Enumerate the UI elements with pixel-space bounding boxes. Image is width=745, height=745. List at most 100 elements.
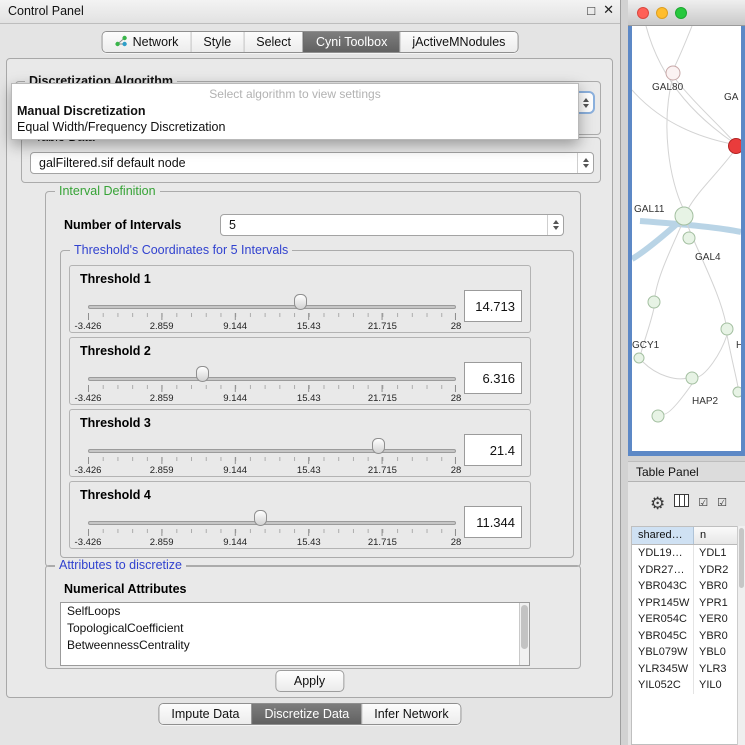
axis-tick-label: 28 bbox=[451, 321, 462, 332]
table-row[interactable]: YER054C YER0 bbox=[632, 611, 745, 628]
minimize-traffic-light-icon[interactable] bbox=[656, 7, 668, 19]
float-window-icon[interactable]: □ bbox=[587, 3, 595, 18]
cell-shared-name[interactable]: YER054C bbox=[632, 611, 694, 628]
slider-track[interactable] bbox=[88, 521, 456, 525]
list-item[interactable]: BetweennessCentrality bbox=[61, 637, 529, 654]
table-row[interactable]: YDR27… YDR2 bbox=[632, 562, 745, 579]
cell-shared-name[interactable]: YBL079W bbox=[632, 644, 694, 661]
select-all-checkbox-icon[interactable]: ☑ bbox=[698, 498, 708, 509]
table-row[interactable]: YIL052C YIL0 bbox=[632, 677, 745, 694]
slider-thumb[interactable] bbox=[196, 366, 209, 382]
tab-network[interactable]: Network bbox=[103, 32, 191, 52]
cell-shared-name[interactable]: YBR043C bbox=[632, 578, 694, 595]
numerical-attributes-list[interactable]: SelfLoops TopologicalCoefficient Between… bbox=[60, 602, 530, 666]
tab-cyni-toolbox[interactable]: Cyni Toolbox bbox=[303, 32, 399, 52]
tab-style[interactable]: Style bbox=[190, 32, 243, 52]
axis-tick-label: 2.859 bbox=[150, 465, 174, 476]
table-scrollbar[interactable] bbox=[737, 526, 745, 745]
network-node[interactable] bbox=[721, 323, 733, 335]
threshold-4-value-field[interactable]: 11.344 bbox=[464, 506, 522, 538]
select-none-checkbox-icon[interactable]: ☑ bbox=[717, 498, 727, 509]
node-attribute-table[interactable]: shared… n YDL19… YDL1 YDR27… YDR2 YBR043… bbox=[631, 526, 745, 745]
slider-track[interactable] bbox=[88, 377, 456, 381]
network-edge[interactable] bbox=[663, 384, 692, 414]
network-edge[interactable] bbox=[667, 76, 683, 208]
threshold-1-slider[interactable]: -3.426 2.859 9.144 15.43 21.715 28 bbox=[88, 292, 456, 332]
list-item[interactable]: SelfLoops bbox=[61, 603, 529, 620]
tab-infer-network[interactable]: Infer Network bbox=[361, 704, 460, 724]
network-edge-thick[interactable] bbox=[632, 223, 678, 259]
table-row[interactable]: YDL19… YDL1 bbox=[632, 545, 745, 562]
network-edge[interactable] bbox=[673, 26, 692, 70]
table-row[interactable]: YPR145W YPR1 bbox=[632, 595, 745, 612]
combo-stepper-icon[interactable] bbox=[577, 93, 593, 112]
cell-shared-name[interactable]: YDR27… bbox=[632, 562, 694, 579]
network-node[interactable] bbox=[648, 296, 660, 308]
slider-thumb[interactable] bbox=[294, 294, 307, 310]
algorithm-option-equal-width[interactable]: Equal Width/Frequency Discretization bbox=[12, 119, 578, 135]
network-node[interactable] bbox=[683, 232, 695, 244]
close-traffic-light-icon[interactable] bbox=[637, 7, 649, 19]
slider-thumb[interactable] bbox=[254, 510, 267, 526]
cell-shared-name[interactable]: YDL19… bbox=[632, 545, 694, 562]
cell-shared-name[interactable]: YIL052C bbox=[632, 677, 694, 694]
tab-select[interactable]: Select bbox=[243, 32, 303, 52]
network-node[interactable] bbox=[686, 372, 698, 384]
threshold-1-value-field[interactable]: 14.713 bbox=[464, 290, 522, 322]
network-node-label: GCY1 bbox=[632, 340, 660, 351]
threshold-2-slider[interactable]: -3.426 2.859 9.144 15.43 21.715 28 bbox=[88, 364, 456, 404]
network-node[interactable] bbox=[634, 353, 644, 363]
threshold-4-slider[interactable]: -3.426 2.859 9.144 15.43 21.715 28 bbox=[88, 508, 456, 548]
table-row[interactable]: YLR345W YLR3 bbox=[632, 661, 745, 678]
axis-tick-label: 9.144 bbox=[223, 465, 247, 476]
cell-shared-name[interactable]: YPR145W bbox=[632, 595, 694, 612]
tab-discretize-data[interactable]: Discretize Data bbox=[252, 704, 362, 724]
network-node[interactable] bbox=[733, 387, 741, 397]
network-edge[interactable] bbox=[632, 90, 732, 144]
threshold-3-value-field[interactable]: 21.4 bbox=[464, 434, 522, 466]
apply-button[interactable]: Apply bbox=[275, 670, 344, 692]
tab-style-label: Style bbox=[203, 35, 231, 49]
network-canvas[interactable]: GAL80 GA GAL11 GAL4 GCY1 H HAP2 bbox=[632, 26, 741, 451]
tab-jactivemnodules[interactable]: jActiveMNodules bbox=[399, 32, 517, 52]
slider-track[interactable] bbox=[88, 449, 456, 453]
scrollbar-thumb[interactable] bbox=[739, 528, 744, 588]
close-icon[interactable]: ✕ bbox=[603, 2, 614, 18]
table-row[interactable]: YBL079W YBL0 bbox=[632, 644, 745, 661]
network-edge[interactable] bbox=[688, 150, 735, 209]
column-header-shared-name[interactable]: shared… bbox=[632, 527, 694, 544]
threshold-2-value-field[interactable]: 6.316 bbox=[464, 362, 522, 394]
cell-shared-name[interactable]: YBR045C bbox=[632, 628, 694, 645]
cell-shared-name[interactable]: YLR345W bbox=[632, 661, 694, 678]
list-scrollbar[interactable] bbox=[519, 603, 529, 665]
combo-stepper-icon[interactable] bbox=[547, 215, 563, 235]
gear-icon[interactable]: ⚙ bbox=[650, 495, 665, 512]
scrollbar-thumb[interactable] bbox=[521, 605, 528, 649]
slider-major-ticks bbox=[88, 529, 456, 536]
table-row[interactable]: YBR045C YBR0 bbox=[632, 628, 745, 645]
tab-discretize-data-label: Discretize Data bbox=[265, 707, 350, 721]
network-node[interactable] bbox=[675, 207, 693, 225]
combo-stepper-icon[interactable] bbox=[577, 153, 593, 173]
network-edge[interactable] bbox=[643, 362, 687, 379]
list-item[interactable]: TopologicalCoefficient bbox=[61, 620, 529, 637]
slider-thumb[interactable] bbox=[372, 438, 385, 454]
network-node-selected[interactable] bbox=[729, 139, 742, 154]
zoom-traffic-light-icon[interactable] bbox=[675, 7, 687, 19]
network-node[interactable] bbox=[666, 66, 680, 80]
table-data-combobox[interactable]: galFiltered.sif default node bbox=[30, 152, 594, 174]
threshold-3-slider[interactable]: -3.426 2.859 9.144 15.43 21.715 28 bbox=[88, 436, 456, 476]
columns-icon[interactable] bbox=[674, 494, 689, 512]
table-row[interactable]: YBR043C YBR0 bbox=[632, 578, 745, 595]
network-node[interactable] bbox=[652, 410, 664, 422]
network-graph[interactable]: GAL80 GA GAL11 GAL4 GCY1 H HAP2 bbox=[632, 26, 741, 451]
threshold-3-label: Threshold 3 bbox=[80, 416, 151, 430]
algorithm-option-manual[interactable]: Manual Discretization bbox=[12, 103, 578, 119]
numerical-attributes-label: Numerical Attributes bbox=[64, 582, 186, 596]
number-of-intervals-combobox[interactable]: 5 bbox=[220, 214, 564, 236]
tab-impute-data[interactable]: Impute Data bbox=[159, 704, 251, 724]
network-edge[interactable] bbox=[698, 335, 727, 377]
network-window-titlebar[interactable] bbox=[628, 0, 745, 26]
slider-track[interactable] bbox=[88, 305, 456, 309]
axis-tick-label: 21.715 bbox=[368, 465, 397, 476]
